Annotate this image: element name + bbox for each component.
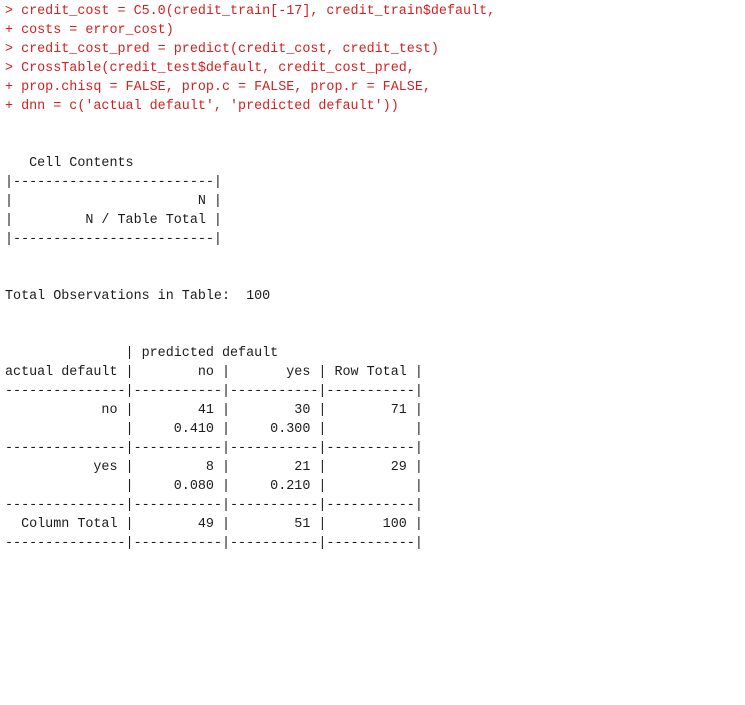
command-line-costs: + costs = error_cost) [5, 23, 174, 38]
crosstable-separator: ---------------|-----------|-----------|… [5, 498, 423, 513]
crosstable-row-no-counts: no | 41 | 30 | 71 | [5, 403, 423, 418]
command-line-crosstable: > CrossTable(credit_test$default, credit… [5, 61, 415, 76]
command-line-predict: > credit_cost_pred = predict(credit_cost… [5, 42, 439, 57]
crosstable-separator-bottom: ---------------|-----------|-----------|… [5, 536, 423, 551]
total-observations: Total Observations in Table: 100 [5, 289, 271, 304]
crosstable-row-yes-proportions: | 0.080 | 0.210 | | [5, 479, 423, 494]
crosstable-header-predicted: | predicted default [5, 346, 279, 361]
crosstable-separator: ---------------|-----------|-----------|… [5, 384, 423, 399]
crosstable-row-yes-counts: yes | 8 | 21 | 29 | [5, 460, 423, 475]
cell-contents-border-top: |-------------------------| [5, 175, 222, 190]
crosstable-row-no-proportions: | 0.410 | 0.300 | | [5, 422, 423, 437]
crosstable-separator: ---------------|-----------|-----------|… [5, 441, 423, 456]
cell-contents-border-bottom: |-------------------------| [5, 232, 222, 247]
cell-contents-title: Cell Contents [5, 156, 134, 171]
r-console[interactable]: > credit_cost = C5.0(credit_train[-17], … [5, 2, 743, 553]
command-line-c50: > credit_cost = C5.0(credit_train[-17], … [5, 4, 496, 19]
command-line-dnn: + dnn = c('actual default', 'predicted d… [5, 99, 399, 114]
crosstable-column-total: Column Total | 49 | 51 | 100 | [5, 517, 423, 532]
cell-contents-n: | N | [5, 194, 222, 209]
command-line-prop-args: + prop.chisq = FALSE, prop.c = FALSE, pr… [5, 80, 431, 95]
cell-contents-table-total: | N / Table Total | [5, 213, 222, 228]
crosstable-header-columns: actual default | no | yes | Row Total | [5, 365, 423, 380]
